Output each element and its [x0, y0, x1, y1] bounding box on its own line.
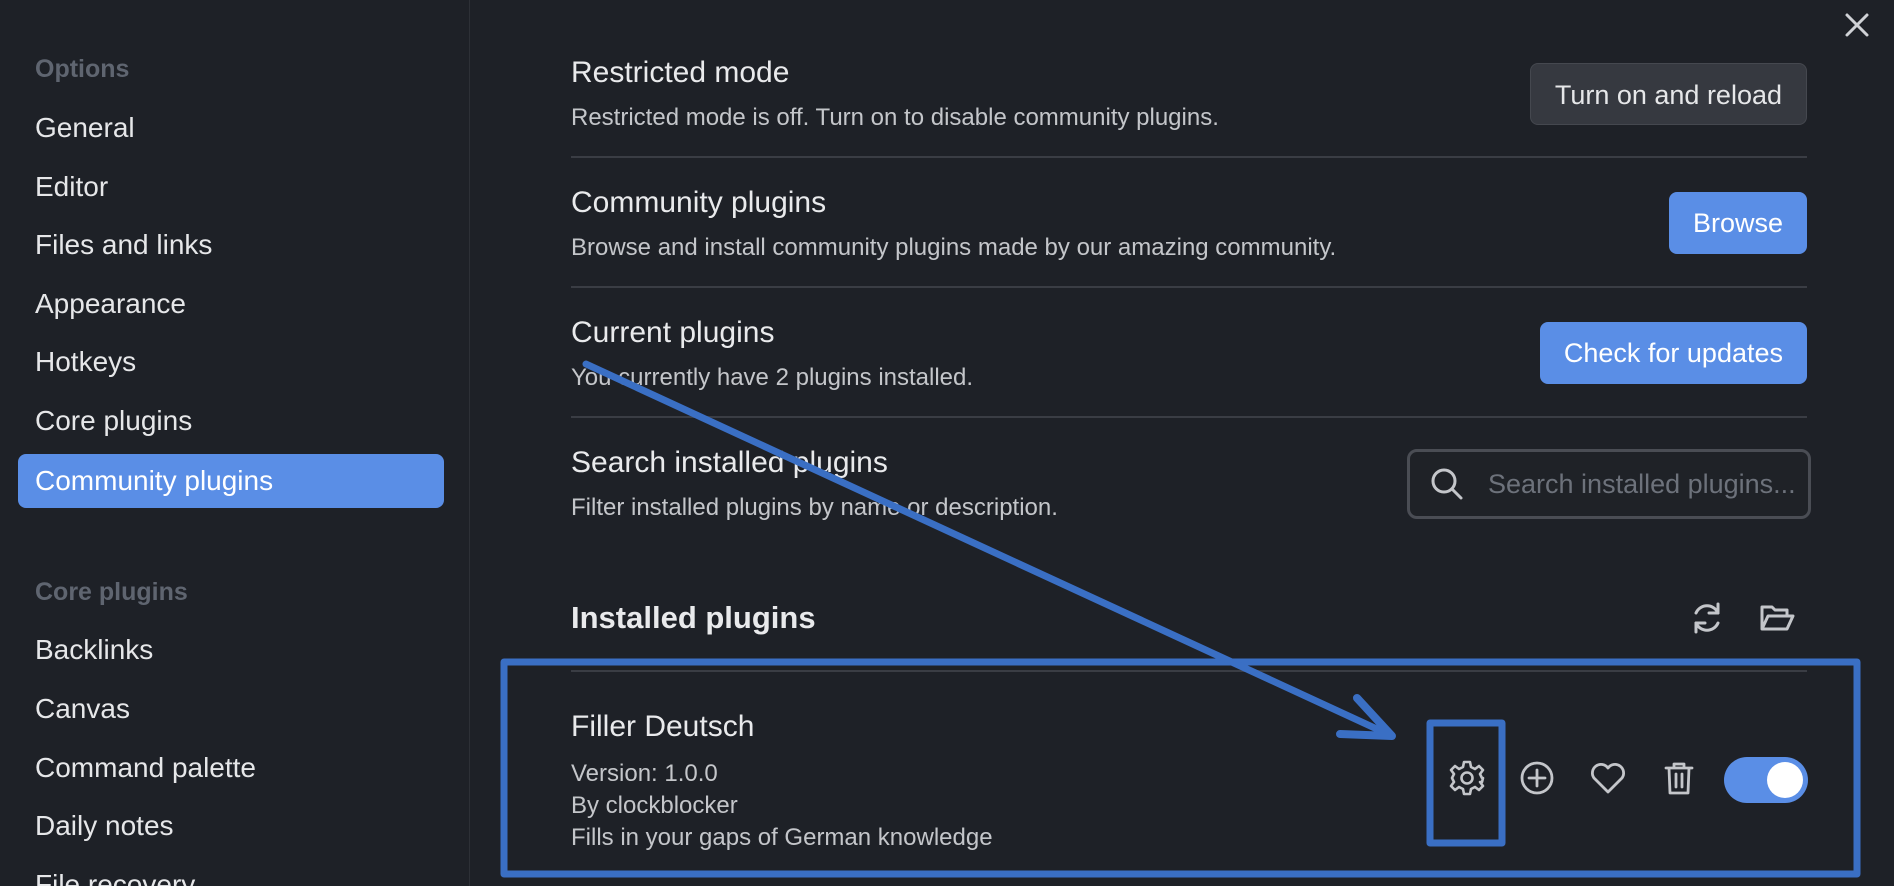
plugin-favorite-button[interactable]	[1586, 756, 1630, 800]
setting-current-plugins: Current plugins You currently have 2 plu…	[571, 288, 1807, 418]
setting-description: Filter installed plugins by name or desc…	[571, 494, 1058, 521]
setting-community-plugins: Community plugins Browse and install com…	[571, 158, 1807, 288]
settings-sidebar: Options General Editor Files and links A…	[0, 0, 470, 886]
close-icon	[1845, 13, 1869, 37]
sidebar-item-backlinks[interactable]: Backlinks	[18, 623, 444, 677]
add-circle-icon	[1520, 761, 1554, 795]
trash-icon	[1664, 762, 1694, 795]
heart-icon	[1591, 763, 1625, 794]
reload-plugins-button[interactable]	[1687, 598, 1727, 638]
sidebar-item-general[interactable]: General	[18, 101, 444, 155]
setting-search-installed-plugins: Search installed plugins Filter installe…	[571, 418, 1811, 548]
settings-content: Restricted mode Restricted mode is off. …	[471, 0, 1894, 886]
plugin-uninstall-button[interactable]	[1657, 756, 1701, 800]
setting-name: Community plugins	[571, 186, 827, 219]
plugin-enable-toggle[interactable]	[1724, 757, 1808, 803]
sidebar-item-command-palette[interactable]: Command palette	[18, 741, 444, 795]
setting-description: Browse and install community plugins mad…	[571, 234, 1337, 261]
setting-name: Restricted mode	[571, 56, 790, 89]
open-plugins-folder-button[interactable]	[1757, 598, 1797, 638]
plugin-version: Version: 1.0.0	[571, 760, 718, 787]
sidebar-item-appearance[interactable]: Appearance	[18, 277, 444, 331]
search-installed-plugins-input[interactable]	[1488, 462, 1798, 506]
setting-name: Current plugins	[571, 316, 775, 349]
plugin-hotkeys-button[interactable]	[1515, 756, 1559, 800]
sidebar-item-hotkeys[interactable]: Hotkeys	[18, 335, 444, 389]
core-plugins-heading: Core plugins	[35, 578, 188, 606]
options-heading: Options	[35, 55, 130, 83]
sidebar-item-community-plugins[interactable]: Community plugins	[18, 454, 444, 508]
reload-icon	[1694, 602, 1720, 634]
folder-open-icon	[1760, 605, 1795, 631]
search-icon	[1431, 468, 1463, 500]
setting-description: Restricted mode is off. Turn on to disab…	[571, 104, 1219, 131]
plugin-settings-button[interactable]	[1445, 756, 1489, 800]
plugin-name: Filler Deutsch	[571, 710, 755, 743]
sidebar-item-editor[interactable]: Editor	[18, 160, 444, 214]
sidebar-item-daily-notes[interactable]: Daily notes	[18, 799, 444, 853]
plugin-author: By clockblocker	[571, 792, 738, 819]
close-button[interactable]	[1842, 10, 1872, 40]
search-installed-plugins-field[interactable]	[1407, 449, 1811, 519]
gear-icon	[1449, 760, 1485, 796]
check-for-updates-button[interactable]: Check for updates	[1539, 322, 1807, 384]
installed-divider	[571, 670, 1807, 672]
sidebar-item-canvas[interactable]: Canvas	[18, 682, 444, 736]
sidebar-item-files-and-links[interactable]: Files and links	[18, 218, 444, 272]
sidebar-item-file-recovery[interactable]: File recovery	[18, 858, 444, 886]
turn-on-and-reload-button[interactable]: Turn on and reload	[1529, 63, 1807, 125]
toggle-knob	[1767, 762, 1803, 798]
installed-plugins-heading: Installed plugins	[571, 600, 816, 635]
sidebar-item-core-plugins[interactable]: Core plugins	[18, 394, 444, 448]
plugin-description: Fills in your gaps of German knowledge	[571, 824, 993, 851]
setting-description: You currently have 2 plugins installed.	[571, 364, 974, 391]
setting-name: Search installed plugins	[571, 446, 888, 479]
setting-restricted-mode: Restricted mode Restricted mode is off. …	[571, 28, 1807, 158]
browse-button[interactable]: Browse	[1668, 192, 1807, 254]
